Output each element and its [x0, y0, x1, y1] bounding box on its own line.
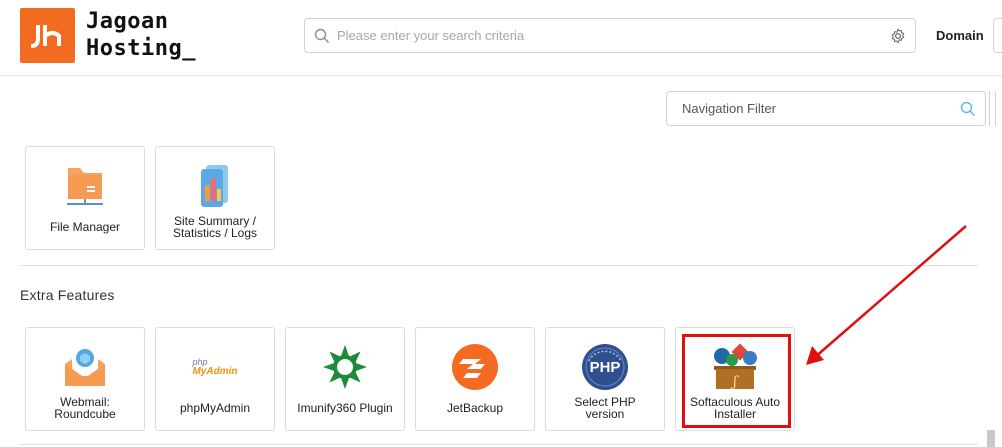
domain-label: Domain	[936, 28, 984, 43]
search-input[interactable]	[337, 19, 877, 52]
folder-icon	[26, 163, 144, 209]
php-icon: PHP	[546, 344, 664, 390]
tile-select-php-version[interactable]: PHP Select PHP version	[545, 327, 665, 431]
php-logo-text: PHP	[589, 359, 621, 376]
tile-label-line2: Statistics / Logs	[172, 226, 258, 240]
scrollbar[interactable]	[989, 91, 996, 126]
section-title-extra-features: Extra Features	[20, 287, 115, 303]
webmail-icon	[26, 344, 144, 390]
statistics-icon	[156, 163, 274, 209]
tile-label-line2: version	[585, 407, 625, 421]
tile-webmail-roundcube[interactable]: Webmail: Roundcube	[25, 327, 145, 431]
tile-label: File Manager	[49, 220, 121, 234]
domain-select[interactable]	[993, 18, 1002, 53]
tile-phpmyadmin[interactable]: php MyAdmin phpMyAdmin	[155, 327, 275, 431]
search-icon	[960, 101, 975, 116]
gear-icon[interactable]	[890, 28, 906, 44]
brand-logo[interactable]	[20, 8, 75, 63]
navigation-filter	[666, 91, 986, 126]
tile-site-summary[interactable]: Site Summary / Statistics / Logs	[155, 146, 275, 250]
tile-imunify360[interactable]: Imunify360 Plugin	[285, 327, 405, 431]
navigation-filter-input[interactable]	[682, 92, 952, 125]
section-divider	[20, 265, 978, 266]
section-divider	[20, 444, 978, 445]
tile-label: Site Summary / Statistics / Logs	[160, 215, 270, 239]
tile-label: Imunify360 Plugin	[297, 401, 393, 415]
jetbackup-icon	[416, 344, 534, 390]
search-icon	[314, 28, 329, 43]
tile-label-line2: Roundcube	[54, 407, 116, 421]
tile-file-manager[interactable]: File Manager	[25, 146, 145, 250]
jagoan-logo-icon	[30, 24, 61, 48]
tile-label: Webmail: Roundcube	[30, 396, 140, 420]
tile-label: phpMyAdmin	[179, 401, 251, 415]
brand-name-line2: Hosting_	[86, 36, 196, 61]
brand-name: Jagoan Hosting_	[86, 8, 196, 62]
global-search	[304, 18, 916, 53]
tile-jetbackup[interactable]: JetBackup	[415, 327, 535, 431]
tile-label: JetBackup	[446, 401, 504, 415]
annotation-highlight-box	[682, 334, 791, 428]
scrollbar-thumb[interactable]	[987, 430, 995, 447]
brand-name-line1: Jagoan	[86, 9, 169, 34]
tile-label: Select PHP version	[550, 396, 660, 420]
phpmyadmin-icon: php MyAdmin	[156, 344, 274, 390]
phpmyadmin-logo-bottom: MyAdmin	[192, 366, 238, 377]
top-bar: Jagoan Hosting_ Domain	[0, 0, 1002, 76]
imunify360-icon	[286, 344, 404, 390]
